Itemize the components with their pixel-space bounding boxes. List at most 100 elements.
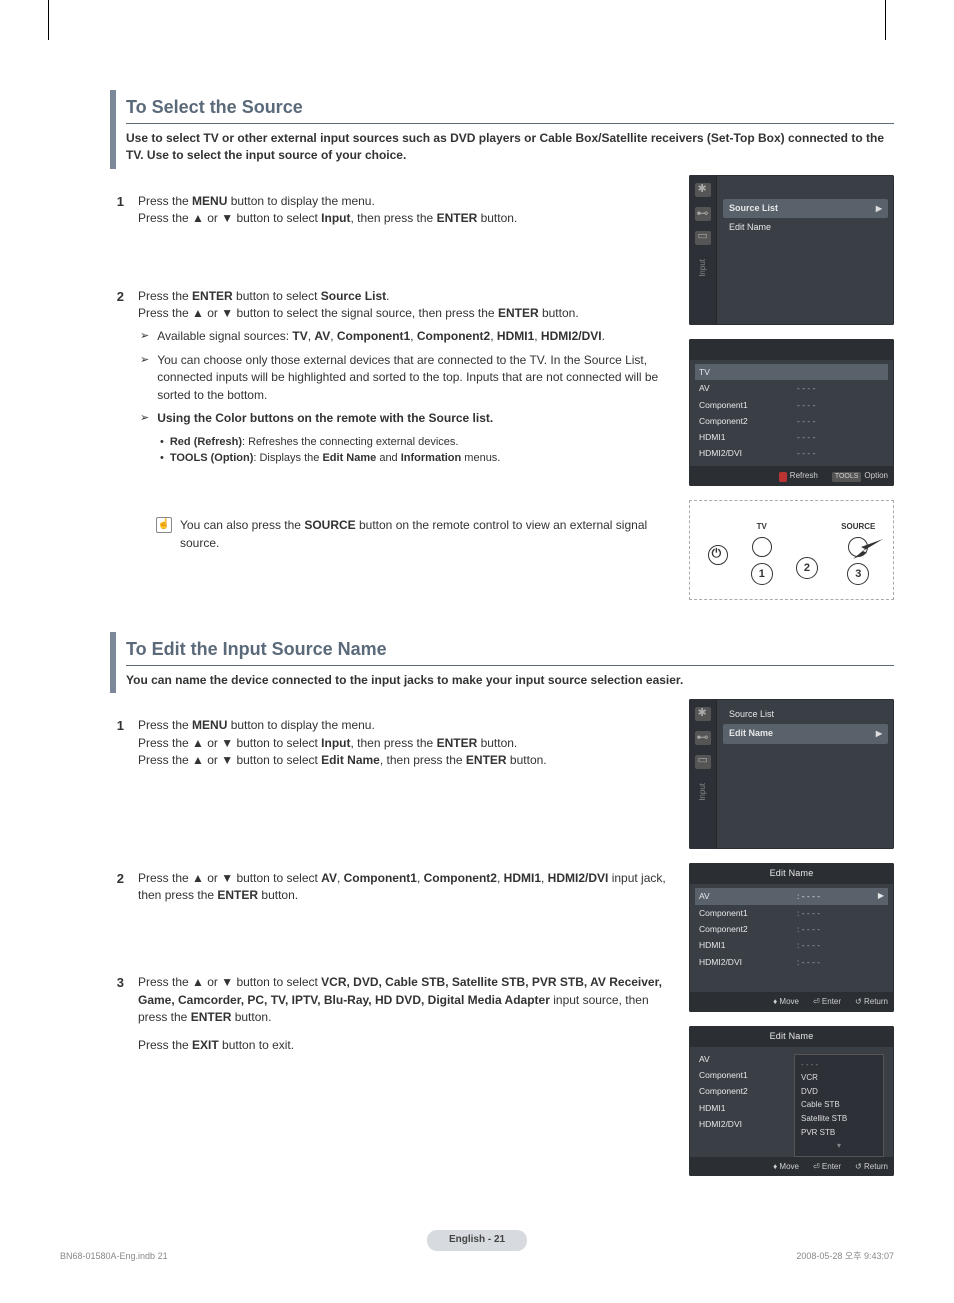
note-connected-only: ➢ You can choose only those external dev… xyxy=(138,352,671,404)
card-icon xyxy=(695,231,711,245)
arrow-icon: ➢ xyxy=(140,353,149,404)
step-1b: 1 Press the MENU button to display the m… xyxy=(110,717,671,769)
osd-item-hdmi1[interactable]: HDMI1- - - - xyxy=(695,429,888,445)
src-hdmi1: HDMI1 xyxy=(504,871,541,885)
src-hdmi2: HDMI2/DVI xyxy=(541,329,602,343)
text: Press the xyxy=(138,289,192,303)
step-2: 2 Press the ENTER button to select Sourc… xyxy=(110,288,671,552)
step-number: 1 xyxy=(110,717,124,769)
popup-opt-blank[interactable]: - - - - xyxy=(801,1058,877,1072)
remote-source-label: SOURCE xyxy=(841,521,875,533)
kw-sourcelist: Source List xyxy=(321,289,386,303)
text: , then press the xyxy=(351,211,437,225)
section-header-select-source: To Select the Source Use to select TV or… xyxy=(110,90,894,169)
osd-title xyxy=(689,339,894,360)
text: button. xyxy=(539,306,579,320)
red-chip-icon xyxy=(779,472,787,482)
text: button to exit. xyxy=(219,1038,294,1052)
chevron-down-icon: ▾ xyxy=(801,1139,877,1153)
gear-icon xyxy=(695,183,711,197)
print-footer: BN68-01580A-Eng.indb 21 2008-05-28 오후 9:… xyxy=(60,1250,894,1263)
osd-input-menu: Input Source List▶ Edit Name xyxy=(689,175,894,325)
text: button to display the menu. xyxy=(227,194,374,208)
page-badge: English - 21 xyxy=(427,1230,527,1251)
popup-opt-vcr[interactable]: VCR xyxy=(801,1071,877,1085)
osd-row-editname[interactable]: Edit Name xyxy=(723,218,888,237)
osd-item-hdmi2[interactable]: HDMI2/DVI: - - - - xyxy=(695,954,888,970)
step-number: 2 xyxy=(110,870,124,905)
side-label: Input xyxy=(697,259,709,277)
section-header-edit-name: To Edit the Input Source Name You can na… xyxy=(110,632,894,693)
popup-opt-dvd[interactable]: DVD xyxy=(801,1085,877,1099)
section-intro: Use to select TV or other external input… xyxy=(126,130,894,165)
remote-diagram: TV 1 2 SOURCE 3 xyxy=(689,500,894,600)
osd-item-comp1[interactable]: Component1- - - - xyxy=(695,397,888,413)
section-title: To Edit the Input Source Name xyxy=(126,636,894,666)
text: button. xyxy=(477,736,517,750)
kw-red-refresh: Red (Refresh) xyxy=(170,436,242,448)
popup-opt-pvr[interactable]: PVR STB xyxy=(801,1126,877,1140)
section-intro: You can name the device connected to the… xyxy=(126,672,894,689)
kw-editname: Edit Name xyxy=(322,452,376,464)
text: Press the ▲ or ▼ button to select xyxy=(138,871,321,885)
osd-item-comp2[interactable]: Component2- - - - xyxy=(695,413,888,429)
kw-information: Information xyxy=(401,452,462,464)
osd-item-hdmi1[interactable]: HDMI1: - - - - xyxy=(695,937,888,953)
osd-edit-name-popup: Edit Name AV Component1 Component2 HDMI1… xyxy=(689,1026,894,1177)
osd-item-tv[interactable]: TV xyxy=(695,364,888,380)
kw-input: Input xyxy=(321,211,350,225)
step-3b: 3 Press the ▲ or ▼ button to select VCR,… xyxy=(110,974,671,1054)
src-av: AV xyxy=(314,329,330,343)
kw-menu: MENU xyxy=(192,718,227,732)
text: , then press the xyxy=(351,736,437,750)
foot-option: Option xyxy=(864,471,888,480)
kw-enter: ENTER xyxy=(191,1010,232,1024)
popup-opt-cable[interactable]: Cable STB xyxy=(801,1098,877,1112)
osd-item-av[interactable]: AV- - - - xyxy=(695,380,888,396)
kw-enter: ENTER xyxy=(466,753,507,767)
osd-row-sourcelist[interactable]: Source List xyxy=(723,705,888,724)
step-number: 1 xyxy=(110,193,124,228)
remote-tv-label: TV xyxy=(751,521,773,533)
kw-enter: ENTER xyxy=(192,289,233,303)
src-comp2: Component2 xyxy=(424,871,497,885)
text: Press the ▲ or ▼ button to select xyxy=(138,975,321,989)
foot-refresh: Refresh xyxy=(790,471,818,480)
popup-opt-sat[interactable]: Satellite STB xyxy=(801,1112,877,1126)
text: Using the Color buttons on the remote wi… xyxy=(157,411,493,425)
kw-input: Input xyxy=(321,736,350,750)
remote-num-1: 1 xyxy=(751,563,773,585)
text: button. xyxy=(258,888,298,902)
step-1: 1 Press the MENU button to display the m… xyxy=(110,193,671,228)
note-available-sources: ➢ Available signal sources: TV, AV, Comp… xyxy=(138,328,671,345)
src-hdmi2: HDMI2/DVI xyxy=(548,871,609,885)
arrow-icon: ➢ xyxy=(140,329,149,345)
text: button to display the menu. xyxy=(227,718,374,732)
src-hdmi1: HDMI1 xyxy=(497,329,534,343)
src-tv: TV xyxy=(292,329,307,343)
osd-input-menu-2: Input Source List Edit Name▶ xyxy=(689,699,894,849)
osd-row-sourcelist[interactable]: Source List▶ xyxy=(723,199,888,218)
text: Press the xyxy=(138,194,192,208)
src-comp1: Component1 xyxy=(337,329,410,343)
osd-item-hdmi2[interactable]: HDMI2/DVI- - - - xyxy=(695,445,888,461)
kw-enter: ENTER xyxy=(437,736,478,750)
plug-icon xyxy=(695,207,711,221)
text: : Refreshes the connecting external devi… xyxy=(242,436,458,448)
osd-row-editname[interactable]: Edit Name▶ xyxy=(723,724,888,743)
src-comp1: Component1 xyxy=(344,871,417,885)
text: and xyxy=(376,452,400,464)
osd-item-comp1[interactable]: Component1: - - - - xyxy=(695,905,888,921)
osd-title: Edit Name xyxy=(689,1026,894,1047)
osd-item-av[interactable]: AV: - - - -▶ xyxy=(695,888,888,904)
footer-timestamp: 2008-05-28 오후 9:43:07 xyxy=(796,1250,894,1263)
osd-item-comp2[interactable]: Component2: - - - - xyxy=(695,921,888,937)
kw-exit: EXIT xyxy=(192,1038,219,1052)
hand-icon: ☝ xyxy=(156,517,172,533)
text: Press the xyxy=(138,718,192,732)
text: Press the xyxy=(138,1038,192,1052)
section-title: To Select the Source xyxy=(126,94,894,124)
device-popup[interactable]: - - - - VCR DVD Cable STB Satellite STB … xyxy=(794,1054,884,1157)
tools-chip-icon: TOOLS xyxy=(832,472,862,482)
kw-editname: Edit Name xyxy=(321,753,380,767)
